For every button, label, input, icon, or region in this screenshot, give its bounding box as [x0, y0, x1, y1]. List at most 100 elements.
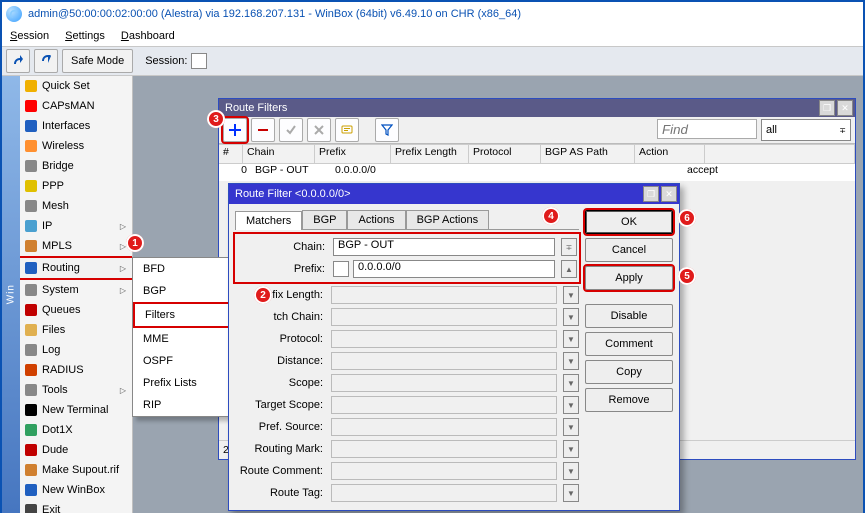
prefix-invert-checkbox[interactable]	[333, 261, 349, 277]
apply-button[interactable]: Apply	[585, 266, 673, 290]
rmark-field[interactable]	[331, 440, 557, 458]
sidebar-item-new-winbox[interactable]: New WinBox	[20, 480, 132, 500]
route-filters-titlebar[interactable]: Route Filters ❐ ✕	[219, 99, 855, 117]
remove-button[interactable]	[251, 118, 275, 142]
scope-expand-icon[interactable]: ▼	[563, 374, 579, 392]
redo-button[interactable]	[34, 49, 58, 73]
sidebar-item-routing[interactable]: Routing▷	[20, 256, 132, 280]
rtag-field[interactable]	[331, 484, 557, 502]
menu-session[interactable]: Session	[8, 28, 51, 44]
title-text: admin@50:00:00:02:00:00 (Alestra) via 19…	[28, 8, 521, 20]
mchain-field[interactable]	[331, 308, 557, 326]
sidebar-item-make-supout-rif[interactable]: Make Supout.rif	[20, 460, 132, 480]
plen-field[interactable]	[331, 286, 557, 304]
window-restore-icon[interactable]: ❐	[819, 100, 835, 116]
window-close-icon[interactable]: ✕	[837, 100, 853, 116]
tscope-field[interactable]	[331, 396, 557, 414]
sidebar-item-ip[interactable]: IP▷	[20, 216, 132, 236]
sidebar-item-interfaces[interactable]: Interfaces	[20, 116, 132, 136]
sidebar-item-wireless[interactable]: Wireless	[20, 136, 132, 156]
col-chain[interactable]: Chain	[243, 145, 315, 163]
sidebar-item-label: Routing	[42, 262, 80, 274]
tab-bgp-actions[interactable]: BGP Actions	[406, 210, 490, 229]
cancel-button[interactable]: Cancel	[585, 238, 673, 262]
sidebar-item-queues[interactable]: Queues	[20, 300, 132, 320]
copy-button[interactable]: Copy	[585, 360, 673, 384]
find-input[interactable]	[657, 119, 757, 139]
dialog-close-icon[interactable]: ✕	[661, 186, 677, 202]
plen-expand-icon[interactable]: ▼	[563, 286, 579, 304]
chain-field[interactable]: BGP - OUT	[333, 238, 555, 256]
col-prefix[interactable]: Prefix	[315, 145, 391, 163]
route-filters-title: Route Filters	[225, 102, 287, 114]
prefix-field[interactable]: 0.0.0.0/0	[353, 260, 555, 278]
sidebar-item-label: Bridge	[42, 160, 74, 172]
col-n[interactable]: #	[219, 145, 243, 163]
rmark-expand-icon[interactable]: ▼	[563, 440, 579, 458]
chain-label: Chain:	[237, 241, 329, 253]
rcmt-expand-icon[interactable]: ▼	[563, 462, 579, 480]
session-field[interactable]	[191, 53, 207, 69]
disable-button[interactable]: Disable	[585, 304, 673, 328]
sidebar-item-label: Files	[42, 324, 65, 336]
tab-matchers[interactable]: Matchers	[235, 211, 302, 230]
sidebar-item-dude[interactable]: Dude	[20, 440, 132, 460]
enable-button[interactable]	[279, 118, 303, 142]
rtag-expand-icon[interactable]: ▼	[563, 484, 579, 502]
sidebar-item-radius[interactable]: RADIUS	[20, 360, 132, 380]
chain-dropdown-icon[interactable]: ∓	[561, 238, 577, 256]
tab-actions[interactable]: Actions	[347, 210, 405, 229]
sidebar-item-label: Make Supout.rif	[42, 464, 119, 476]
sidebar-item-files[interactable]: Files	[20, 320, 132, 340]
filter-button[interactable]	[375, 118, 399, 142]
menu-dashboard[interactable]: Dashboard	[119, 28, 177, 44]
col-action[interactable]: Action	[635, 145, 705, 163]
sidebar-item-bridge[interactable]: Bridge	[20, 156, 132, 176]
sidebar-item-system[interactable]: System▷	[20, 280, 132, 300]
comment-button[interactable]	[335, 118, 359, 142]
sidebar-item-capsman[interactable]: CAPsMAN	[20, 96, 132, 116]
marker-6: 6	[678, 209, 696, 227]
sidebar-item-tools[interactable]: Tools▷	[20, 380, 132, 400]
distance-field[interactable]	[331, 352, 557, 370]
prefix-collapse-icon[interactable]: ▲	[561, 260, 577, 278]
mchain-expand-icon[interactable]: ▼	[563, 308, 579, 326]
col-proto[interactable]: Protocol	[469, 145, 541, 163]
psrc-expand-icon[interactable]: ▼	[563, 418, 579, 436]
wand-icon	[24, 79, 38, 93]
safe-mode-button[interactable]: Safe Mode	[62, 49, 133, 73]
sidebar-item-ppp[interactable]: PPP	[20, 176, 132, 196]
sidebar-item-exit[interactable]: Exit	[20, 500, 132, 513]
sidebar-item-dot1x[interactable]: Dot1X	[20, 420, 132, 440]
sidebar-item-quick-set[interactable]: Quick Set	[20, 76, 132, 96]
remove-button[interactable]: Remove	[585, 388, 673, 412]
sidebar-item-log[interactable]: Log	[20, 340, 132, 360]
dialog-restore-icon[interactable]: ❐	[643, 186, 659, 202]
add-button[interactable]	[223, 118, 247, 142]
filter-all-dropdown[interactable]: all∓	[761, 119, 851, 141]
tscope-expand-icon[interactable]: ▼	[563, 396, 579, 414]
psrc-field[interactable]	[331, 418, 557, 436]
col-aspath[interactable]: BGP AS Path	[541, 145, 635, 163]
chevron-right-icon: ▷	[120, 222, 126, 231]
disable-button[interactable]	[307, 118, 331, 142]
ok-button[interactable]: OK	[585, 210, 673, 234]
marker-2: 2	[254, 286, 272, 304]
sidebar-item-new-terminal[interactable]: New Terminal	[20, 400, 132, 420]
sidebar-item-label: Exit	[42, 504, 60, 513]
protocol-expand-icon[interactable]: ▼	[563, 330, 579, 348]
scope-field[interactable]	[331, 374, 557, 392]
protocol-field[interactable]	[331, 330, 557, 348]
rcmt-field[interactable]	[331, 462, 557, 480]
undo-button[interactable]	[6, 49, 30, 73]
tab-bgp[interactable]: BGP	[302, 210, 347, 229]
distance-expand-icon[interactable]: ▼	[563, 352, 579, 370]
menu-settings[interactable]: Settings	[63, 28, 107, 44]
table-row[interactable]: 0 BGP - OUT 0.0.0.0/0 accept	[219, 164, 855, 181]
col-plen[interactable]: Prefix Length	[391, 145, 469, 163]
sidebar-item-mpls[interactable]: MPLS▷	[20, 236, 132, 256]
dialog-titlebar[interactable]: Route Filter <0.0.0.0/0> ❐ ✕	[229, 184, 679, 204]
comment-button[interactable]: Comment	[585, 332, 673, 356]
mesh-icon	[24, 199, 38, 213]
sidebar-item-mesh[interactable]: Mesh	[20, 196, 132, 216]
